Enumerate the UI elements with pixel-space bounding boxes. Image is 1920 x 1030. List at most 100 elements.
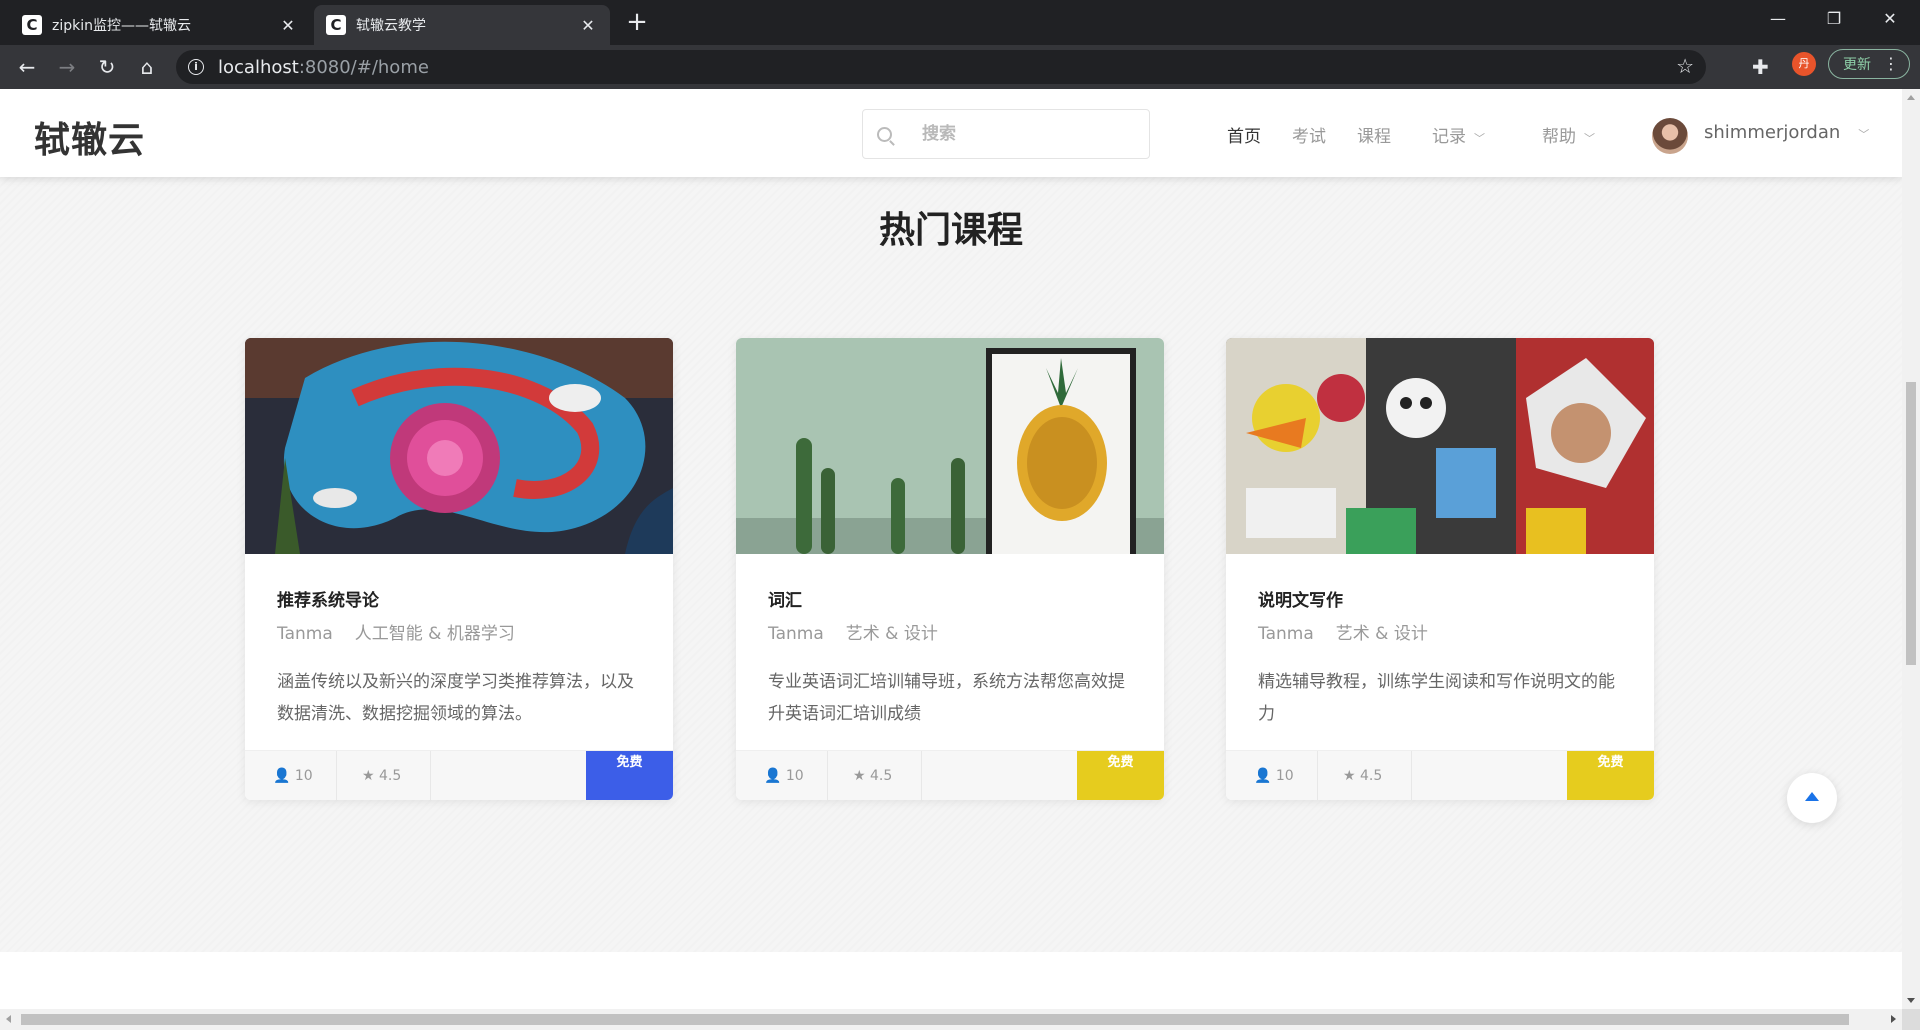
course-meta: Tanma 人工智能 & 机器学习 bbox=[277, 619, 645, 644]
graffiti-mural-image[interactable] bbox=[245, 338, 673, 554]
vertical-scrollbar[interactable] bbox=[1902, 89, 1920, 1009]
scroll-up-arrow-icon[interactable] bbox=[1907, 95, 1915, 100]
browser-tab-zipkin[interactable]: C zipkin监控——轼辙云 ✕ bbox=[10, 5, 310, 45]
divider bbox=[1317, 751, 1318, 800]
bookmark-star-icon[interactable]: ☆ bbox=[1676, 54, 1694, 78]
divider bbox=[921, 751, 922, 800]
card-body: 说明文写作 Tanma 艺术 & 设计 精选辅导教程，训练学生阅读和写作说明文的能… bbox=[1258, 586, 1626, 730]
nav-records-label: 记录 bbox=[1432, 127, 1466, 147]
nav-help[interactable]: 帮助 ﹀ bbox=[1542, 122, 1595, 147]
new-tab-button[interactable]: + bbox=[622, 8, 652, 38]
url-text: localhost:8080/#/home bbox=[218, 56, 429, 78]
chevron-down-icon: ﹀ bbox=[1858, 128, 1870, 141]
search-input[interactable] bbox=[922, 124, 1122, 144]
student-count-value: 10 bbox=[294, 768, 313, 784]
course-card[interactable]: 词汇 Tanma 艺术 & 设计 专业英语词汇培训辅导班，系统方法帮您高效提升英语… bbox=[736, 338, 1164, 800]
horizontal-scrollbar[interactable] bbox=[0, 1009, 1902, 1030]
course-rating: ★ 4.5 bbox=[1343, 751, 1382, 800]
site-header: 轼辙云 首页 考试 课程 记录 ﹀ 帮助 ﹀ shimmerjordan ﹀ bbox=[0, 89, 1902, 177]
rating-value: 4.5 bbox=[379, 768, 402, 784]
browser-toolbar: ← → ↻ ⌂ i localhost:8080/#/home ☆ ✚ bbox=[0, 45, 1920, 89]
site-info-icon[interactable]: i bbox=[188, 59, 204, 75]
course-card[interactable]: 推荐系统导论 Tanma 人工智能 & 机器学习 涵盖传统以及新兴的深度学习类推荐… bbox=[245, 338, 673, 800]
restore-window-icon[interactable]: ❐ bbox=[1806, 0, 1862, 40]
back-to-top-button[interactable] bbox=[1787, 773, 1837, 823]
price-badge[interactable]: 免费 bbox=[1567, 751, 1654, 800]
forward-arrow-icon[interactable]: → bbox=[52, 52, 82, 82]
course-title[interactable]: 推荐系统导论 bbox=[277, 586, 645, 611]
student-count-value: 10 bbox=[785, 768, 804, 784]
user-avatar[interactable] bbox=[1652, 118, 1688, 154]
rating-value: 4.5 bbox=[870, 768, 893, 784]
star-icon: ★ bbox=[1343, 768, 1356, 784]
course-category: 人工智能 & 机器学习 bbox=[354, 624, 515, 644]
nav-help-label: 帮助 bbox=[1542, 127, 1576, 147]
close-tab-icon[interactable]: ✕ bbox=[278, 16, 298, 35]
rating-value: 4.5 bbox=[1360, 768, 1383, 784]
address-bar[interactable]: i localhost:8080/#/home ☆ bbox=[176, 50, 1706, 84]
user-menu[interactable]: shimmerjordan ﹀ bbox=[1704, 122, 1869, 143]
kebab-menu-icon[interactable]: ⋮ bbox=[1883, 54, 1899, 73]
reload-icon[interactable]: ↻ bbox=[92, 52, 122, 82]
tab-title: zipkin监控——轼辙云 bbox=[52, 18, 191, 34]
card-footer: 👤 10 ★ 4.5 免费 bbox=[736, 750, 1164, 800]
back-arrow-icon[interactable]: ← bbox=[12, 52, 42, 82]
nav-records[interactable]: 记录 ﹀ bbox=[1432, 122, 1485, 147]
card-body: 推荐系统导论 Tanma 人工智能 & 机器学习 涵盖传统以及新兴的深度学习类推荐… bbox=[277, 586, 645, 730]
page-bottom-area bbox=[0, 952, 1902, 1009]
course-meta: Tanma 艺术 & 设计 bbox=[768, 619, 1136, 644]
user-icon: 👤 bbox=[273, 768, 291, 784]
course-card[interactable]: 说明文写作 Tanma 艺术 & 设计 精选辅导教程，训练学生阅读和写作说明文的能… bbox=[1226, 338, 1654, 800]
minimize-window-icon[interactable]: — bbox=[1750, 0, 1806, 40]
divider bbox=[336, 751, 337, 800]
nav-course[interactable]: 课程 bbox=[1357, 122, 1391, 147]
course-description: 涵盖传统以及新兴的深度学习类推荐算法，以及数据清洗、数据挖掘领域的算法。 bbox=[277, 672, 634, 724]
nav-exam[interactable]: 考试 bbox=[1292, 122, 1326, 147]
scrollbar-corner bbox=[1902, 1009, 1920, 1030]
close-tab-icon[interactable]: ✕ bbox=[578, 16, 598, 35]
scroll-left-arrow-icon[interactable] bbox=[6, 1015, 11, 1023]
site-favicon-icon: C bbox=[326, 15, 346, 35]
tab-title: 轼辙云教学 bbox=[356, 18, 426, 34]
student-count-value: 10 bbox=[1275, 768, 1294, 784]
search-box[interactable] bbox=[862, 109, 1150, 159]
chevron-down-icon: ﹀ bbox=[1584, 132, 1595, 145]
price-badge[interactable]: 免费 bbox=[586, 751, 673, 800]
course-title[interactable]: 词汇 bbox=[768, 586, 1136, 611]
student-count: 👤 10 bbox=[273, 751, 313, 800]
student-count: 👤 10 bbox=[764, 751, 804, 800]
card-footer: 👤 10 ★ 4.5 免费 bbox=[1226, 750, 1654, 800]
star-icon: ★ bbox=[362, 768, 375, 784]
card-body: 词汇 Tanma 艺术 & 设计 专业英语词汇培训辅导班，系统方法帮您高效提升英语… bbox=[768, 586, 1136, 730]
close-window-icon[interactable]: ✕ bbox=[1862, 0, 1918, 40]
profile-avatar[interactable]: 丹 bbox=[1792, 52, 1816, 76]
card-footer: 👤 10 ★ 4.5 免费 bbox=[245, 750, 673, 800]
section-title: 热门课程 bbox=[878, 210, 1023, 251]
user-icon: 👤 bbox=[764, 768, 782, 784]
scroll-right-arrow-icon[interactable] bbox=[1891, 1015, 1896, 1023]
vertical-scroll-thumb[interactable] bbox=[1906, 382, 1916, 665]
course-rating: ★ 4.5 bbox=[362, 751, 401, 800]
update-label: 更新 bbox=[1843, 57, 1871, 73]
street-art-collage-image[interactable] bbox=[1226, 338, 1654, 554]
site-logo[interactable]: 轼辙云 bbox=[34, 111, 145, 163]
extensions-puzzle-icon[interactable]: ✚ bbox=[1752, 55, 1769, 79]
course-author: Tanma bbox=[277, 624, 333, 644]
course-title[interactable]: 说明文写作 bbox=[1258, 586, 1626, 611]
horizontal-scroll-thumb[interactable] bbox=[21, 1014, 1849, 1025]
price-badge[interactable]: 免费 bbox=[1077, 751, 1164, 800]
course-rating: ★ 4.5 bbox=[853, 751, 892, 800]
course-description: 专业英语词汇培训辅导班，系统方法帮您高效提升英语词汇培训成绩 bbox=[768, 672, 1125, 724]
pineapple-cactus-image[interactable] bbox=[736, 338, 1164, 554]
browser-tab-active[interactable]: C 轼辙云教学 ✕ bbox=[314, 5, 610, 45]
course-category: 艺术 & 设计 bbox=[845, 624, 938, 644]
home-icon[interactable]: ⌂ bbox=[132, 52, 162, 82]
divider bbox=[1411, 751, 1412, 800]
divider bbox=[827, 751, 828, 800]
nav-home[interactable]: 首页 bbox=[1227, 122, 1261, 147]
browser-tab-bar: C zipkin监控——轼辙云 ✕ C 轼辙云教学 ✕ + — ❐ ✕ bbox=[0, 0, 1920, 45]
student-count: 👤 10 bbox=[1254, 751, 1294, 800]
browser-update-button[interactable]: 更新 ⋮ bbox=[1828, 49, 1910, 79]
scroll-down-arrow-icon[interactable] bbox=[1907, 998, 1915, 1003]
course-category: 艺术 & 设计 bbox=[1335, 624, 1428, 644]
